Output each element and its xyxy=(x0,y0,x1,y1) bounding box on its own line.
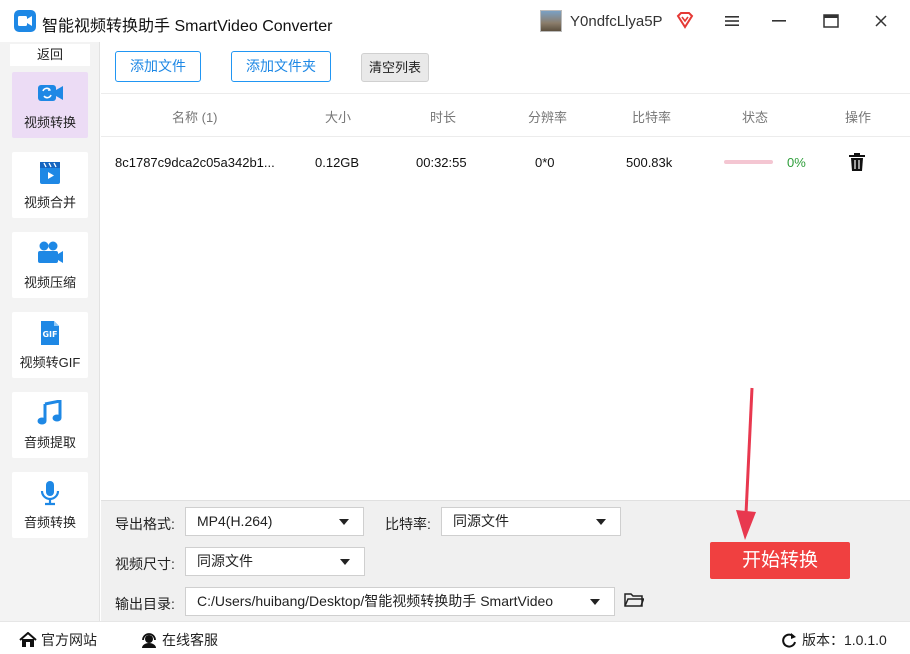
menu-icon[interactable] xyxy=(719,8,745,34)
support-label: 在线客服 xyxy=(162,632,218,648)
header-actions: 操作 xyxy=(845,110,872,125)
website-label: 官方网站 xyxy=(41,632,97,648)
header-resolution: 分辨率 xyxy=(528,110,568,125)
video-convert-icon xyxy=(38,85,63,101)
settings-panel: 导出格式: MP4(H.264) 比特率: 同源文件 视频尺寸: 同源文件 输出… xyxy=(101,500,910,621)
gif-icon: GIF xyxy=(41,321,59,345)
chevron-down-icon xyxy=(339,519,349,525)
format-label: 导出格式: xyxy=(115,516,175,532)
chevron-down-icon xyxy=(596,519,606,525)
user-avatar[interactable] xyxy=(540,10,562,32)
output-dir-select[interactable]: C:/Users/huibang/Desktop/智能视频转换助手 SmartV… xyxy=(185,587,615,616)
progress-bar xyxy=(724,160,773,164)
header-bitrate: 比特率 xyxy=(632,110,672,125)
bitrate-value: 同源文件 xyxy=(453,513,509,529)
music-note-icon xyxy=(37,400,62,425)
cell-bitrate: 500.83k xyxy=(626,155,673,170)
chevron-down-icon xyxy=(590,599,600,605)
headset-icon xyxy=(142,633,156,648)
support-link[interactable]: 在线客服 xyxy=(140,630,218,650)
sidebar-item-label: 视频合并 xyxy=(23,195,76,210)
sidebar-item-label: 音频转换 xyxy=(23,515,76,530)
sidebar-item-video-merge[interactable]: 视频合并 xyxy=(12,152,88,218)
cell-size: 0.12GB xyxy=(315,155,360,170)
cell-name: 8c1787c9dca2c05a342b1... xyxy=(115,155,275,170)
microphone-icon xyxy=(40,481,60,506)
header-status: 状态 xyxy=(742,110,769,125)
sidebar-item-label: 视频转GIF xyxy=(19,355,81,370)
clear-list-button[interactable]: 清空列表 xyxy=(361,53,429,82)
version-info[interactable]: 版本：1.0.1.0 xyxy=(780,630,887,650)
header-size: 大小 xyxy=(325,110,352,125)
window-title: 智能视频转换助手 SmartVideo Converter xyxy=(42,18,333,35)
bitrate-select[interactable]: 同源文件 xyxy=(441,507,621,536)
back-button[interactable]: 返回 xyxy=(10,44,90,66)
video-size-select[interactable]: 同源文件 xyxy=(185,547,365,576)
vip-diamond-icon[interactable] xyxy=(676,11,694,29)
maximize-icon[interactable] xyxy=(818,8,844,34)
output-dir-label: 输出目录: xyxy=(115,596,175,612)
table-header: 名称 (1) 大小 时长 分辨率 比特率 状态 操作 xyxy=(101,93,910,137)
username[interactable]: Y0ndfcLlya5P xyxy=(570,13,663,30)
refresh-icon xyxy=(782,633,796,648)
cell-resolution: 0*0 xyxy=(535,155,555,170)
file-table: 名称 (1) 大小 时长 分辨率 比特率 状态 操作 8c1787c9dca2c… xyxy=(101,93,910,500)
sidebar-item-audio-extract[interactable]: 音频提取 xyxy=(12,392,88,458)
video-merge-icon xyxy=(40,162,60,184)
add-file-button[interactable]: 添加文件 xyxy=(115,51,201,82)
version-label: 版本：1.0.1.0 xyxy=(802,632,887,648)
chevron-down-icon xyxy=(340,559,350,565)
video-size-label: 视频尺寸: xyxy=(115,556,175,572)
sidebar: 返回 视频转换 视频合并 视频压缩 GIF 视频转GIF 音频提取 音频转换 xyxy=(0,42,100,621)
sidebar-item-video-gif[interactable]: GIF 视频转GIF xyxy=(12,312,88,378)
sidebar-item-label: 视频压缩 xyxy=(23,275,76,290)
sidebar-item-video-convert[interactable]: 视频转换 xyxy=(12,72,88,138)
video-size-value: 同源文件 xyxy=(197,553,253,569)
sidebar-item-label: 音频提取 xyxy=(23,435,76,450)
footer-bar: 官方网站 在线客服 版本：1.0.1.0 xyxy=(0,621,910,654)
sidebar-item-label: 视频转换 xyxy=(23,115,76,130)
header-name: 名称 (1) xyxy=(172,110,218,125)
app-logo-icon xyxy=(14,10,36,32)
output-dir-value: C:/Users/huibang/Desktop/智能视频转换助手 SmartV… xyxy=(197,593,554,609)
trash-icon[interactable] xyxy=(849,153,865,171)
folder-icon[interactable] xyxy=(624,592,644,608)
minimize-icon[interactable] xyxy=(766,8,792,34)
add-folder-button[interactable]: 添加文件夹 xyxy=(231,51,331,82)
sidebar-item-audio-convert[interactable]: 音频转换 xyxy=(12,472,88,538)
title-bar: 智能视频转换助手 SmartVideo Converter Y0ndfcLlya… xyxy=(0,0,910,42)
close-icon[interactable] xyxy=(868,8,894,34)
website-link[interactable]: 官方网站 xyxy=(19,630,97,650)
sidebar-item-video-compress[interactable]: 视频压缩 xyxy=(12,232,88,298)
start-convert-button[interactable]: 开始转换 xyxy=(710,542,850,579)
progress-label: 0% xyxy=(787,155,806,170)
header-duration: 时长 xyxy=(430,110,457,125)
svg-text:GIF: GIF xyxy=(42,330,57,339)
video-compress-icon xyxy=(38,241,63,263)
format-select[interactable]: MP4(H.264) xyxy=(185,507,364,536)
cell-duration: 00:32:55 xyxy=(416,155,467,170)
home-icon xyxy=(19,632,37,647)
bitrate-label: 比特率: xyxy=(385,516,431,532)
format-value: MP4(H.264) xyxy=(197,513,273,529)
arrow-annotation-icon xyxy=(736,387,756,540)
